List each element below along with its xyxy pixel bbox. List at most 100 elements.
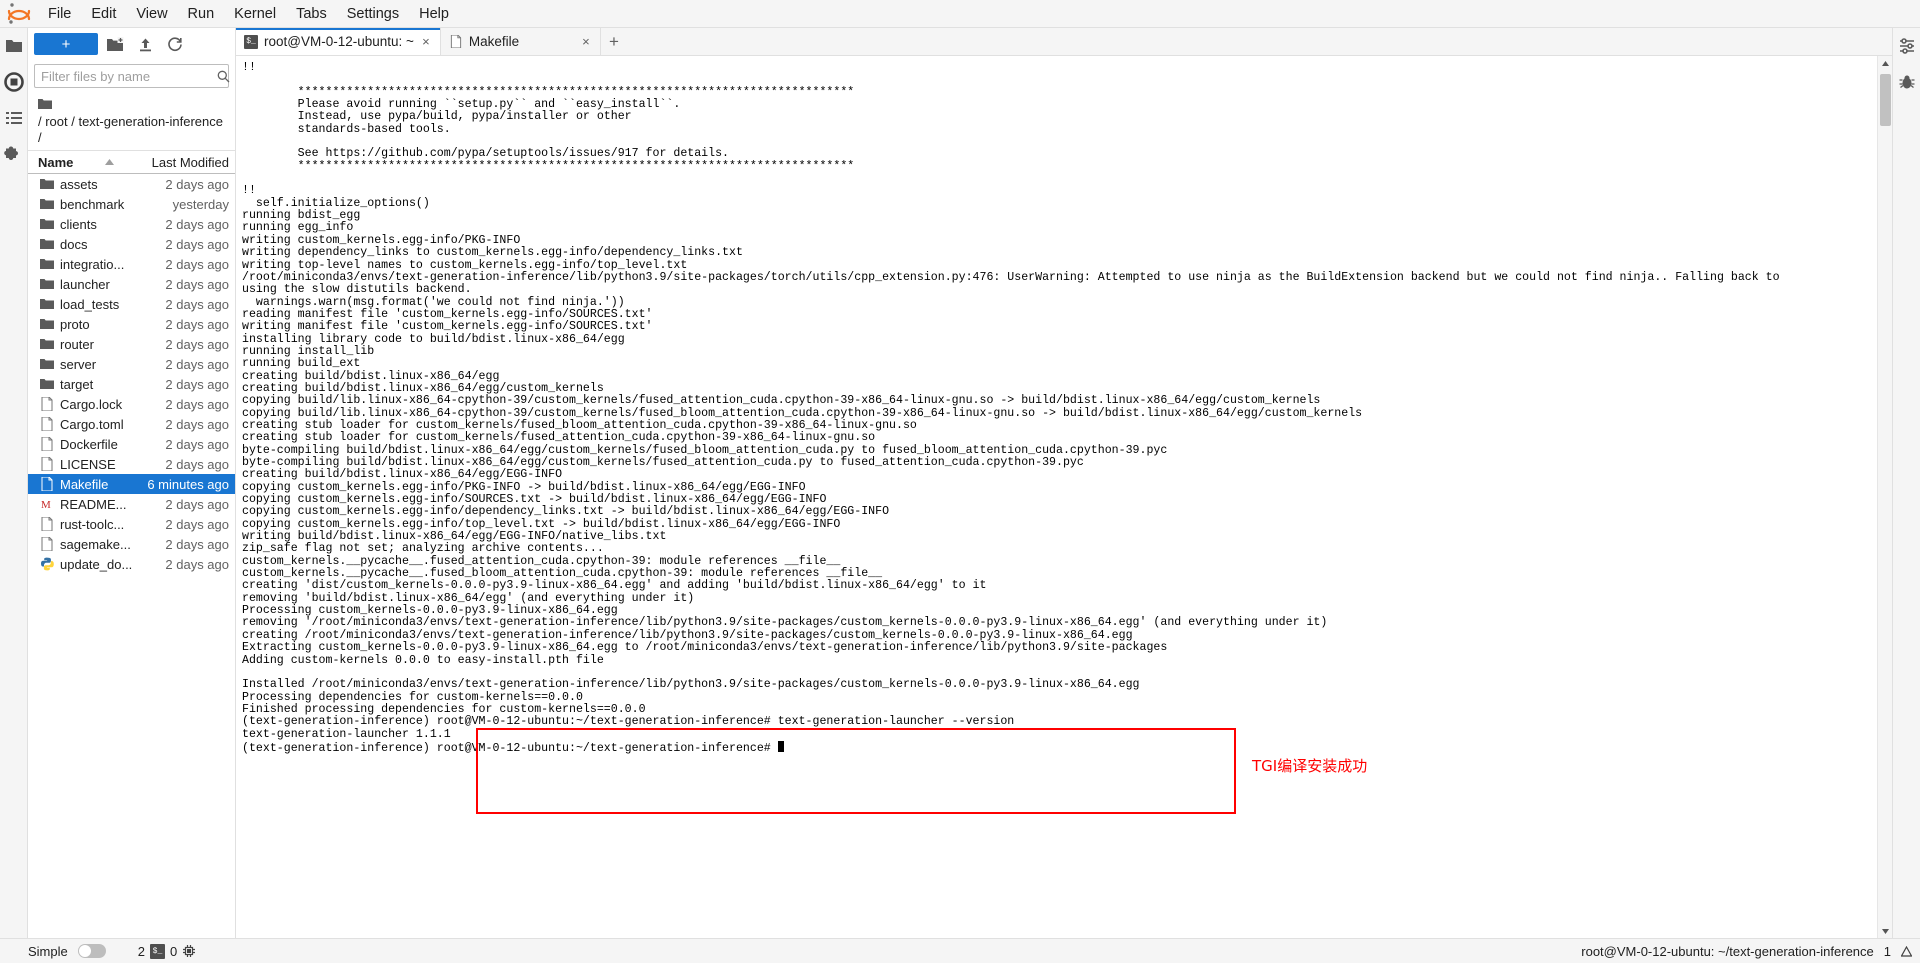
menu-item-run[interactable]: Run (178, 2, 225, 26)
commands-list-icon[interactable] (4, 108, 24, 128)
file-list-item[interactable]: Makefile 6 minutes ago (28, 474, 235, 494)
menu-item-file[interactable]: File (38, 2, 81, 26)
file-name: router (60, 336, 94, 352)
file-list[interactable]: assets 2 days ago benchmark yesterday client… (28, 174, 235, 938)
file-list-header: Name Last Modified (28, 150, 235, 174)
terminal-line: (text-generation-inference) root@VM-0-12… (242, 715, 1015, 729)
file-name: Makefile (60, 476, 109, 492)
extension-manager-puzzle-icon[interactable] (4, 144, 24, 164)
triangle-icon[interactable] (1901, 945, 1912, 957)
status-bar: Simple 2 $_ 0 root@VM-0-12-ubuntu: ~/tex… (0, 938, 1920, 963)
new-tab-button[interactable]: + (601, 28, 627, 55)
notebook-count: 0 (169, 943, 178, 959)
right-activity-bar (1892, 28, 1920, 938)
file-modified: 2 days ago (165, 516, 229, 532)
menu-item-edit[interactable]: Edit (81, 2, 126, 26)
debugger-bug-icon[interactable] (1897, 72, 1917, 92)
file-modified: 2 days ago (165, 416, 229, 432)
breadcrumb[interactable]: / root / text-generation-inference / (28, 94, 235, 150)
file-name: Cargo.lock (60, 396, 123, 412)
column-header-name[interactable]: Name (38, 155, 139, 170)
terminal-line: Adding custom-kernels 0.0.0 to easy-inst… (242, 653, 604, 667)
terminal-scrollbar[interactable] (1877, 56, 1892, 938)
file-list-item[interactable]: LICENSE 2 days ago (28, 454, 235, 474)
file-name: rust-toolc... (60, 516, 125, 532)
upload-icon[interactable] (132, 33, 158, 55)
filter-files-input[interactable] (41, 68, 217, 84)
terminal-output[interactable]: !! *************************************… (236, 56, 1876, 938)
tab-makefile[interactable]: Makefile × (440, 28, 601, 55)
tab-label: root@VM-0-12-ubuntu: ~ (264, 34, 414, 49)
filter-files-field[interactable] (34, 64, 230, 88)
file-modified: 2 days ago (165, 536, 229, 552)
file-list-item[interactable]: clients 2 days ago (28, 214, 235, 234)
file-list-item[interactable]: rust-toolc... 2 days ago (28, 514, 235, 534)
file-list-item[interactable]: Cargo.toml 2 days ago (28, 414, 235, 434)
file-modified: 2 days ago (165, 456, 229, 472)
file-list-item[interactable]: M README... 2 days ago (28, 494, 235, 514)
file-list-item[interactable]: server 2 days ago (28, 354, 235, 374)
file-browser-icon[interactable] (4, 36, 24, 56)
file-list-item[interactable]: proto 2 days ago (28, 314, 235, 334)
file-icon (449, 35, 463, 49)
scroll-down-icon[interactable] (1878, 924, 1892, 938)
kernel-sessions-status[interactable]: 2 $_ 0 (137, 943, 196, 959)
file-name: Cargo.toml (60, 416, 124, 432)
simple-mode-toggle[interactable] (77, 944, 106, 958)
tab-close-icon[interactable]: × (580, 34, 592, 49)
file-list-item[interactable]: Dockerfile 2 days ago (28, 434, 235, 454)
tab-terminal[interactable]: $_ root@VM-0-12-ubuntu: ~ × (236, 28, 441, 55)
menu-item-settings[interactable]: Settings (337, 2, 409, 26)
file-list-item[interactable]: launcher 2 days ago (28, 274, 235, 294)
file-name: launcher (60, 276, 110, 292)
kernel-count: 2 (137, 943, 145, 959)
file-list-item[interactable]: target 2 days ago (28, 374, 235, 394)
terminal-line: running install_lib (242, 344, 375, 358)
svg-text:M: M (41, 499, 51, 511)
file-modified: 2 days ago (165, 216, 229, 232)
column-header-name-label: Name (38, 154, 74, 170)
column-header-last-modified[interactable]: Last Modified (139, 155, 235, 170)
file-modified: 2 days ago (165, 316, 229, 332)
file-list-item[interactable]: update_do... 2 days ago (28, 554, 235, 574)
running-terminals-icon[interactable] (3, 72, 24, 92)
jupyter-logo-icon (6, 2, 32, 26)
property-inspector-icon[interactable] (1897, 36, 1917, 56)
file-list-item[interactable]: load_tests 2 days ago (28, 294, 235, 314)
file-list-item[interactable]: sagemake... 2 days ago (28, 534, 235, 554)
file-name: load_tests (60, 296, 120, 312)
file-list-item[interactable]: integratio... 2 days ago (28, 254, 235, 274)
terminal-line: standards-based tools. (242, 122, 451, 136)
file-name: sagemake... (60, 536, 131, 552)
terminal-line: Installed /root/miniconda3/envs/text-gen… (242, 678, 1140, 692)
terminal-line: creating build/bdist.linux-x86_64/egg/EG… (242, 468, 563, 482)
file-list-item[interactable]: assets 2 days ago (28, 174, 235, 194)
menu-item-tabs[interactable]: Tabs (286, 2, 337, 26)
terminal-line: copying custom_kernels.egg-info/dependen… (242, 505, 890, 519)
terminal-line: running egg_info (242, 221, 354, 235)
new-folder-icon[interactable] (102, 33, 128, 55)
menu-item-kernel[interactable]: Kernel (224, 2, 286, 26)
app-shell: + Filter files by name / root / text-gen… (0, 28, 1920, 938)
scrollbar-thumb[interactable] (1880, 74, 1891, 126)
annotation-text: TGI编译安装成功 (1252, 757, 1368, 775)
terminal-line: using the slow distutils backend. (242, 283, 472, 297)
refresh-icon[interactable] (162, 33, 188, 55)
scroll-up-icon[interactable] (1878, 56, 1892, 70)
menu-item-help[interactable]: Help (409, 2, 459, 26)
file-modified: 2 days ago (165, 356, 229, 372)
new-launcher-button[interactable]: + (34, 33, 98, 55)
terminal-line: Instead, use pypa/build, pypa/installer … (242, 110, 632, 124)
file-list-item[interactable]: router 2 days ago (28, 334, 235, 354)
file-list-item[interactable]: benchmark yesterday (28, 194, 235, 214)
file-list-item[interactable]: docs 2 days ago (28, 234, 235, 254)
tab-close-icon[interactable]: × (420, 34, 432, 49)
terminal-panel[interactable]: !! *************************************… (236, 56, 1892, 938)
file-list-item[interactable]: Cargo.lock 2 days ago (28, 394, 235, 414)
file-name: assets (60, 176, 98, 192)
menu-item-view[interactable]: View (126, 2, 177, 26)
tab-bar[interactable]: $_ root@VM-0-12-ubuntu: ~ × Makefile × + (236, 28, 1892, 56)
file-name: LICENSE (60, 456, 116, 472)
